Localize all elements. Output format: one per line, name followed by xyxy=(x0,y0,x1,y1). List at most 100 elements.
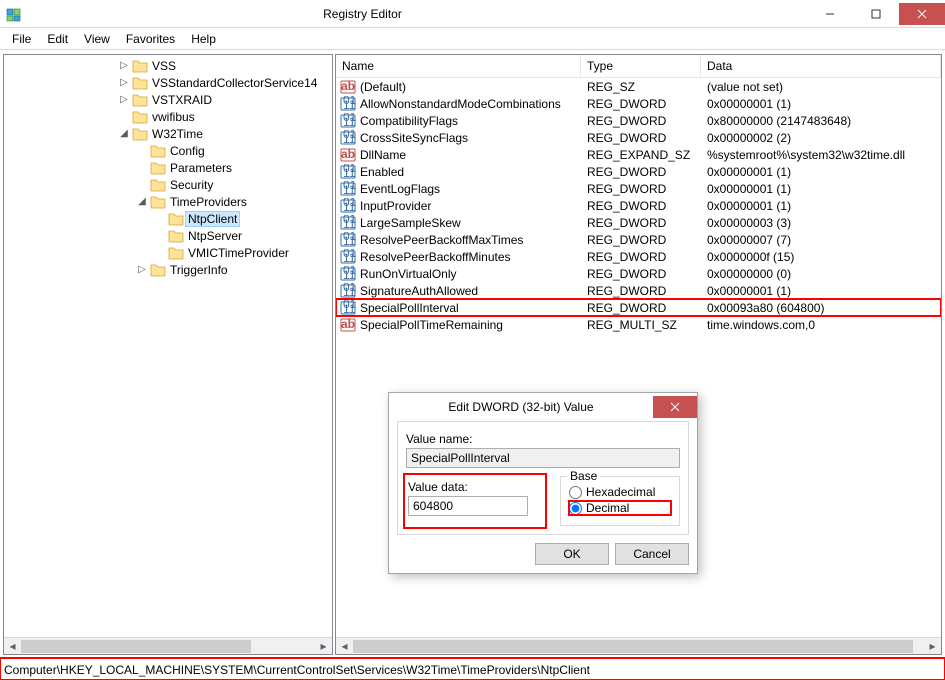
list-row[interactable]: LargeSampleSkewREG_DWORD0x00000003 (3) xyxy=(336,214,941,231)
tree-node-label[interactable]: VMICTimeProvider xyxy=(186,246,291,260)
radio-hex-input[interactable] xyxy=(569,486,582,499)
expander-icon[interactable]: ▷ xyxy=(134,264,150,275)
tree-node[interactable]: vwifibus xyxy=(4,108,332,125)
value-name: CompatibilityFlags xyxy=(360,114,458,128)
dword-value-icon xyxy=(340,96,356,112)
radio-hexadecimal[interactable]: Hexadecimal xyxy=(569,485,671,499)
expander-icon[interactable]: ▷ xyxy=(116,60,132,71)
list-row[interactable]: SpecialPollTimeRemainingREG_MULTI_SZtime… xyxy=(336,316,941,333)
value-name: SpecialPollInterval xyxy=(360,301,459,315)
list-row[interactable]: AllowNonstandardModeCombinationsREG_DWOR… xyxy=(336,95,941,112)
titlebar[interactable]: Registry Editor xyxy=(0,0,945,28)
menu-help[interactable]: Help xyxy=(183,30,224,48)
list-row[interactable]: EventLogFlagsREG_DWORD0x00000001 (1) xyxy=(336,180,941,197)
list-row[interactable]: CompatibilityFlagsREG_DWORD0x80000000 (2… xyxy=(336,112,941,129)
scroll-thumb[interactable] xyxy=(21,640,251,653)
ok-button[interactable]: OK xyxy=(535,543,609,565)
tree-node-label[interactable]: NtpServer xyxy=(186,229,244,243)
tree-node-label[interactable]: Config xyxy=(168,144,207,158)
dialog-titlebar[interactable]: Edit DWORD (32-bit) Value xyxy=(389,393,697,421)
scroll-right-icon[interactable]: ▸ xyxy=(924,638,941,655)
scroll-right-icon[interactable]: ▸ xyxy=(315,638,332,655)
list-row[interactable]: InputProviderREG_DWORD0x00000001 (1) xyxy=(336,197,941,214)
value-data: 0x00000007 (7) xyxy=(701,233,941,247)
value-data-field[interactable] xyxy=(408,496,528,516)
list-row[interactable]: SpecialPollIntervalREG_DWORD0x00093a80 (… xyxy=(336,299,941,316)
value-type: REG_DWORD xyxy=(581,233,701,247)
expander-icon[interactable]: ▷ xyxy=(116,94,132,105)
tree-node-label[interactable]: W32Time xyxy=(150,127,205,141)
tree-hscroll[interactable]: ◂ ▸ xyxy=(4,637,332,654)
tree-node-label[interactable]: TriggerInfo xyxy=(168,263,230,277)
app-icon xyxy=(6,6,22,22)
value-type: REG_EXPAND_SZ xyxy=(581,148,701,162)
tree-node[interactable]: ▷ VSS xyxy=(4,57,332,74)
list-row[interactable]: CrossSiteSyncFlagsREG_DWORD0x00000002 (2… xyxy=(336,129,941,146)
value-type: REG_DWORD xyxy=(581,216,701,230)
expander-icon[interactable]: ◢ xyxy=(116,128,132,139)
col-type[interactable]: Type xyxy=(581,55,701,77)
cancel-button[interactable]: Cancel xyxy=(615,543,689,565)
tree-node-label[interactable]: VSTXRAID xyxy=(150,93,214,107)
value-name: ResolvePeerBackoffMaxTimes xyxy=(360,233,523,247)
scroll-left-icon[interactable]: ◂ xyxy=(4,638,21,655)
tree-node-label[interactable]: TimeProviders xyxy=(168,195,249,209)
tree-node-label[interactable]: Parameters xyxy=(168,161,234,175)
value-data: (value not set) xyxy=(701,80,941,94)
tree-node[interactable]: ▷ VSTXRAID xyxy=(4,91,332,108)
tree-node[interactable]: ▷ TriggerInfo xyxy=(4,261,332,278)
list-row[interactable]: (Default)REG_SZ(value not set) xyxy=(336,78,941,95)
dialog-close-button[interactable] xyxy=(653,396,697,418)
list-hscroll[interactable]: ◂ ▸ xyxy=(336,637,941,654)
tree-node[interactable]: VMICTimeProvider xyxy=(4,244,332,261)
list-row[interactable]: SignatureAuthAllowedREG_DWORD0x00000001 … xyxy=(336,282,941,299)
tree-node-label[interactable]: VSStandardCollectorService14 xyxy=(150,76,319,90)
radio-decimal[interactable]: Decimal xyxy=(569,501,671,515)
list-row[interactable]: DllNameREG_EXPAND_SZ%systemroot%\system3… xyxy=(336,146,941,163)
statusbar: Computer\HKEY_LOCAL_MACHINE\SYSTEM\Curre… xyxy=(0,658,945,680)
base-group-label: Base xyxy=(567,469,600,483)
list-row[interactable]: RunOnVirtualOnlyREG_DWORD0x00000000 (0) xyxy=(336,265,941,282)
tree-node-label[interactable]: vwifibus xyxy=(150,110,197,124)
expander-icon[interactable]: ◢ xyxy=(134,196,150,207)
radio-dec-input[interactable] xyxy=(569,502,582,515)
tree-node[interactable]: NtpServer xyxy=(4,227,332,244)
tree-node[interactable]: NtpClient xyxy=(4,210,332,227)
list-row[interactable]: ResolvePeerBackoffMaxTimes REG_DWORD0x000… xyxy=(336,231,941,248)
list-row[interactable]: ResolvePeerBackoffMinutesREG_DWORD0x0000… xyxy=(336,248,941,265)
tree-node[interactable]: ◢ W32Time xyxy=(4,125,332,142)
tree-node-label[interactable]: VSS xyxy=(150,59,178,73)
folder-icon xyxy=(168,211,184,227)
maximize-button[interactable] xyxy=(853,3,899,25)
menu-view[interactable]: View xyxy=(76,30,118,48)
tree-node-label[interactable]: Security xyxy=(168,178,215,192)
tree-node[interactable]: ▷ VSStandardCollectorService14 xyxy=(4,74,332,91)
folder-icon xyxy=(168,228,184,244)
col-data[interactable]: Data xyxy=(701,55,941,77)
expander-icon[interactable]: ▷ xyxy=(116,77,132,88)
tree-pane[interactable]: ▷ VSS ▷ VSStandardCollectorService14 ▷ VSTXRA… xyxy=(3,54,333,655)
value-type: REG_DWORD xyxy=(581,267,701,281)
dword-value-icon xyxy=(340,232,356,248)
value-data: 0x00000000 (0) xyxy=(701,267,941,281)
value-name-field[interactable] xyxy=(406,448,680,468)
minimize-button[interactable] xyxy=(807,3,853,25)
scroll-thumb[interactable] xyxy=(353,640,913,653)
tree-node[interactable]: Parameters xyxy=(4,159,332,176)
value-data: 0x80000000 (2147483648) xyxy=(701,114,941,128)
menu-file[interactable]: File xyxy=(4,30,39,48)
col-name[interactable]: Name xyxy=(336,55,581,77)
menu-edit[interactable]: Edit xyxy=(39,30,76,48)
edit-dword-dialog[interactable]: Edit DWORD (32-bit) Value Value name: Va… xyxy=(388,392,698,574)
list-row[interactable]: EnabledREG_DWORD0x00000001 (1) xyxy=(336,163,941,180)
menu-favorites[interactable]: Favorites xyxy=(118,30,183,48)
tree-node[interactable]: ◢ TimeProviders xyxy=(4,193,332,210)
value-data: 0x0000000f (15) xyxy=(701,250,941,264)
close-button[interactable] xyxy=(899,3,945,25)
tree-node[interactable]: Security xyxy=(4,176,332,193)
tree-node-label[interactable]: NtpClient xyxy=(186,212,239,226)
tree-node[interactable]: Config xyxy=(4,142,332,159)
folder-icon xyxy=(132,75,148,91)
folder-icon xyxy=(132,58,148,74)
scroll-left-icon[interactable]: ◂ xyxy=(336,638,353,655)
